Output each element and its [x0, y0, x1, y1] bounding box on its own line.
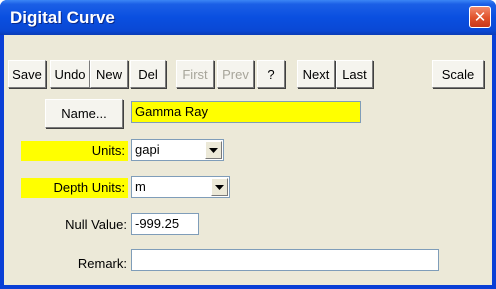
dialog-body: Save Undo New Del First Prev ? Next Last…: [4, 35, 492, 285]
window-title: Digital Curve: [10, 8, 115, 27]
close-button[interactable]: ✕: [469, 6, 491, 28]
chevron-down-icon: [209, 147, 218, 153]
chevron-down-icon: [215, 184, 224, 190]
depth-units-value: m: [135, 179, 146, 194]
depth-units-dropdown[interactable]: m: [131, 176, 230, 198]
save-button[interactable]: Save: [8, 60, 46, 88]
next-button[interactable]: Next: [297, 60, 335, 88]
new-button[interactable]: New: [90, 60, 128, 88]
help-button[interactable]: ?: [257, 60, 285, 88]
close-icon: ✕: [473, 8, 487, 26]
null-value-label: Null Value:: [65, 217, 127, 232]
scale-button[interactable]: Scale: [432, 60, 484, 88]
depth-units-dropdown-button[interactable]: [211, 178, 228, 196]
null-value-field[interactable]: -999.25: [131, 213, 199, 235]
units-label: Units:: [21, 141, 128, 161]
first-button[interactable]: First: [176, 60, 214, 88]
units-value: gapi: [135, 142, 160, 157]
undo-button[interactable]: Undo: [50, 60, 90, 88]
remark-label: Remark:: [77, 256, 127, 271]
name-field[interactable]: Gamma Ray: [131, 101, 361, 123]
title-bar[interactable]: Digital Curve ✕: [0, 0, 496, 35]
digital-curve-window: Digital Curve ✕ Save Undo New Del First …: [0, 0, 496, 289]
units-dropdown[interactable]: gapi: [131, 139, 224, 161]
name-button[interactable]: Name...: [45, 99, 123, 128]
delete-button[interactable]: Del: [130, 60, 166, 88]
remark-field[interactable]: [131, 249, 439, 271]
units-dropdown-button[interactable]: [205, 141, 222, 159]
prev-button[interactable]: Prev: [217, 60, 254, 88]
depth-units-label: Depth Units:: [21, 178, 128, 198]
last-button[interactable]: Last: [336, 60, 373, 88]
